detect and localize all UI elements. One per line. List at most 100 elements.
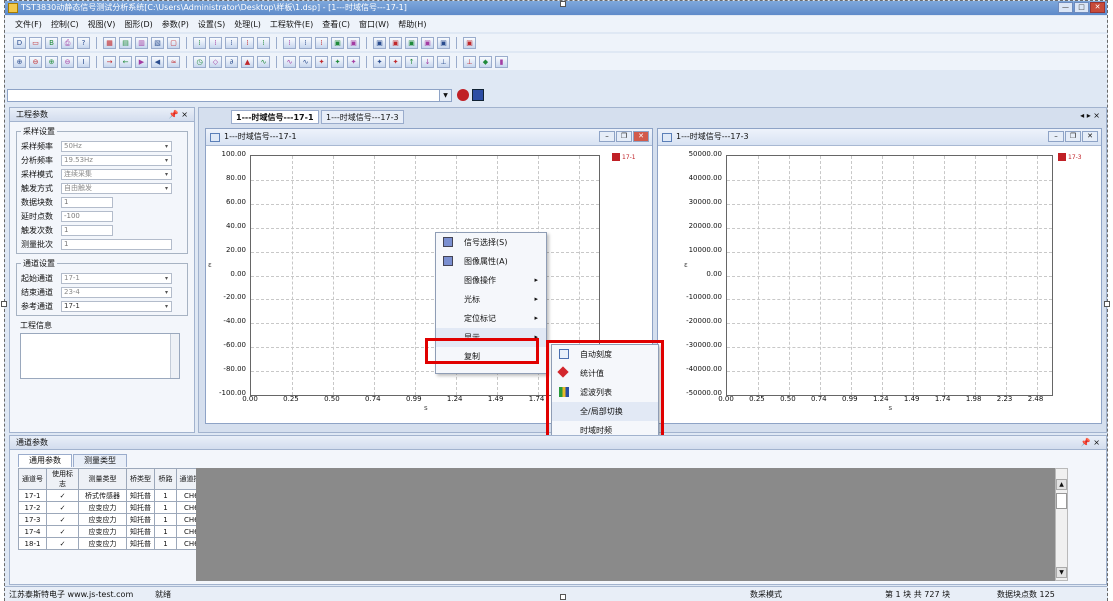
toolbar2-tool-icon[interactable]: ⊥ [463, 55, 476, 68]
minimize-button[interactable]: – [1048, 131, 1064, 142]
restore-button[interactable]: ❐ [616, 131, 632, 142]
menu-params[interactable]: 参数(P) [162, 19, 189, 30]
maximize-button[interactable]: □ [1074, 2, 1089, 13]
menu-help[interactable]: 帮助(H) [398, 19, 426, 30]
signal-combo[interactable]: ▼ [7, 89, 452, 102]
start-channel-select[interactable]: 17-1 ▾ [61, 272, 172, 284]
toolbar2-tool-icon[interactable]: ▮ [495, 55, 508, 68]
table-row[interactable]: 17-1 ✓ 桥式传感器 知托普 1 CH65 [18, 489, 211, 502]
scrollbar[interactable] [170, 334, 179, 378]
toolbar2-tool-icon[interactable]: ✦ [331, 55, 344, 68]
toolbar2-tool-icon[interactable]: ▲ [241, 55, 254, 68]
column-header[interactable]: 测量类型 [78, 468, 127, 490]
table-row[interactable]: 17-3 ✓ 应变应力 知托普 1 CH67 [18, 513, 211, 526]
toolbar1-tool-icon[interactable]: ▦ [103, 36, 116, 49]
toolbar2-tool-icon[interactable]: ◀ [151, 55, 164, 68]
toolbar1-tool-icon[interactable]: ⁞ [193, 36, 206, 49]
tab-signal-17-3[interactable]: 1---时域信号---17-3 [321, 110, 404, 124]
menu-file[interactable]: 文件(F) [15, 19, 42, 30]
table-row[interactable]: 17-4 ✓ 应变应力 知托普 1 CH68 [18, 525, 211, 538]
toolbar2-tool-icon[interactable]: ⊕ [45, 55, 58, 68]
menu-item-cursor[interactable]: 光标 ▸ [436, 290, 546, 309]
toolbar1-tool-icon[interactable]: ▥ [135, 36, 148, 49]
toolbar2-tool-icon[interactable]: ∿ [257, 55, 270, 68]
tab-scroll-icons[interactable]: ◂ ▸ × [1080, 111, 1100, 120]
toolbar1-tool-icon[interactable]: ? [77, 36, 90, 49]
toolbar2-tool-icon[interactable]: ▶ [135, 55, 148, 68]
column-header[interactable]: 桥类型 [126, 468, 155, 490]
toolbar1-tool-icon[interactable]: D [13, 36, 26, 49]
toolbar1-tool-icon[interactable]: ⁞ [241, 36, 254, 49]
trigger-mode-select[interactable]: 自由触发 ▾ [61, 182, 172, 194]
toolbar2-tool-icon[interactable]: → [103, 55, 116, 68]
toolbar2-tool-icon[interactable]: ✦ [373, 55, 386, 68]
toolbar2-tool-icon[interactable]: I [77, 55, 90, 68]
project-info-textarea[interactable] [20, 333, 180, 379]
close-button[interactable]: ✕ [633, 131, 649, 142]
menu-window[interactable]: 窗口(W) [359, 19, 389, 30]
delay-points-input[interactable]: -100 [61, 210, 113, 222]
batch-input[interactable]: 1 [61, 238, 172, 250]
sample-mode-select[interactable]: 连续采集 ▾ [61, 168, 172, 180]
restore-button[interactable]: ❐ [1065, 131, 1081, 142]
pin-close-icon[interactable]: 📌 × [1081, 436, 1100, 449]
toolbar2-tool-icon[interactable]: ◆ [479, 55, 492, 68]
toolbar1-tool-icon[interactable]: ⁞ [257, 36, 270, 49]
toolbar1-tool-icon[interactable]: ⎙ [61, 36, 74, 49]
column-header[interactable]: 通道号 [18, 468, 47, 490]
toolbar2-tool-icon[interactable]: ∿ [299, 55, 312, 68]
stop-icon[interactable] [472, 89, 484, 101]
tab-measure-type[interactable]: 测量类型 [73, 454, 127, 467]
menu-item-signal-select[interactable]: 信号选择(S) [436, 233, 546, 252]
toolbar2-tool-icon[interactable]: ∂ [225, 55, 238, 68]
table-row[interactable]: 18-1 ✓ 应变应力 知托普 1 CH69 [18, 537, 211, 550]
menu-graph[interactable]: 图形(D) [124, 19, 152, 30]
close-button[interactable]: ✕ [1082, 131, 1098, 142]
menu-settings[interactable]: 设置(S) [198, 19, 225, 30]
toolbar1-tool-icon[interactable]: ▭ [29, 36, 42, 49]
toolbar2-tool-icon[interactable]: ◷ [193, 55, 206, 68]
toolbar2-tool-icon[interactable]: ✦ [389, 55, 402, 68]
toolbar2-tool-icon[interactable]: ⊖ [61, 55, 74, 68]
toolbar1-tool-icon[interactable]: B [45, 36, 58, 49]
tab-general-params[interactable]: 通用参数 [18, 454, 72, 467]
toolbar1-tool-icon[interactable]: ▣ [437, 36, 450, 49]
menu-check[interactable]: 查看(C) [322, 19, 350, 30]
resize-handle[interactable] [560, 594, 566, 600]
menu-engineering[interactable]: 工程软件(E) [270, 19, 313, 30]
toolbar2-tool-icon[interactable]: ⊥ [437, 55, 450, 68]
sample-rate-select[interactable]: 50Hz ▾ [61, 140, 172, 152]
menu-item-image-props[interactable]: 图像属性(A) [436, 252, 546, 271]
end-channel-select[interactable]: 23-4 ▾ [61, 286, 172, 298]
scroll-down-icon[interactable]: ▼ [1056, 567, 1067, 578]
menu-item-marker[interactable]: 定位标记 ▸ [436, 309, 546, 328]
menu-view[interactable]: 视图(V) [88, 19, 116, 30]
toolbar2-tool-icon[interactable]: ✦ [315, 55, 328, 68]
plot-area[interactable] [726, 155, 1053, 396]
toolbar2-tool-icon[interactable]: ∿ [283, 55, 296, 68]
toolbar1-tool-icon[interactable]: ▣ [373, 36, 386, 49]
toolbar2-tool-icon[interactable]: ← [119, 55, 132, 68]
menu-process[interactable]: 处理(L) [234, 19, 261, 30]
toolbar1-tool-icon[interactable]: ⁞ [315, 36, 328, 49]
toolbar2-tool-icon[interactable]: ✦ [347, 55, 360, 68]
toolbar2-tool-icon[interactable]: ↓ [421, 55, 434, 68]
resize-handle[interactable] [1, 301, 7, 307]
toolbar2-tool-icon[interactable]: ↑ [405, 55, 418, 68]
scroll-thumb[interactable] [1056, 493, 1067, 509]
minimize-button[interactable]: — [1058, 2, 1073, 13]
block-count-input[interactable]: 1 [61, 196, 113, 208]
table-row[interactable]: 17-2 ✓ 应变应力 知托普 1 CH66 [18, 501, 211, 514]
scroll-up-icon[interactable]: ▲ [1056, 479, 1067, 490]
chevron-down-icon[interactable]: ▼ [439, 90, 451, 101]
vertical-scrollbar[interactable]: ▲ ▼ [1055, 468, 1068, 581]
toolbar1-tool-icon[interactable]: ▣ [421, 36, 434, 49]
trigger-count-input[interactable]: 1 [61, 224, 113, 236]
toolbar1-tool-icon[interactable]: ▢ [167, 36, 180, 49]
menu-item-image-ops[interactable]: 图像操作 ▸ [436, 271, 546, 290]
toolbar1-tool-icon[interactable]: ▣ [389, 36, 402, 49]
toolbar1-tool-icon[interactable]: ⁞ [225, 36, 238, 49]
analysis-freq-select[interactable]: 19.53Hz ▾ [61, 154, 172, 166]
toolbar1-tool-icon[interactable]: ⁞ [299, 36, 312, 49]
toolbar1-tool-icon[interactable]: ⁞ [283, 36, 296, 49]
